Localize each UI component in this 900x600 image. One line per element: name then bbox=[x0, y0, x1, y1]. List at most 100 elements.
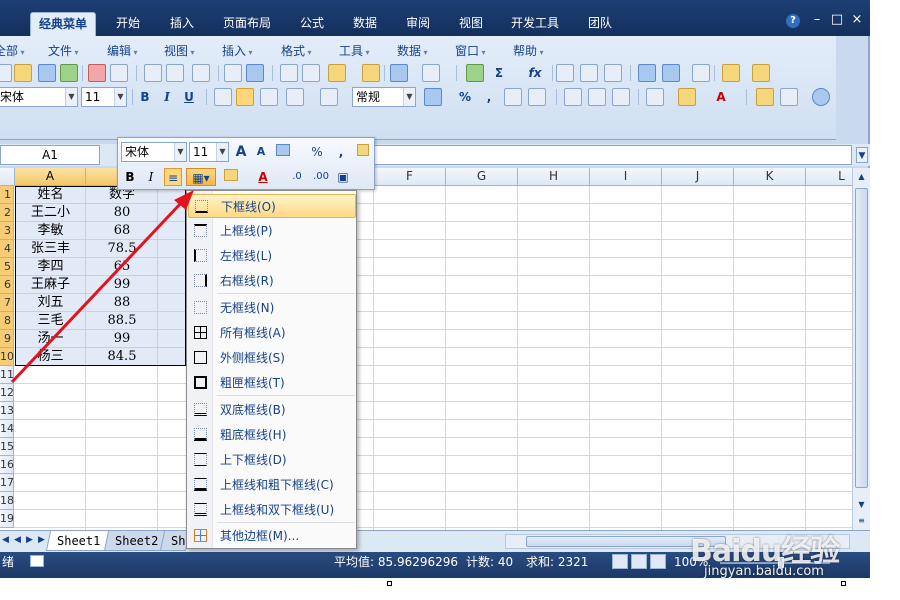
row-header-5[interactable]: 5 bbox=[0, 258, 14, 276]
macro-record-icon[interactable] bbox=[30, 555, 44, 567]
fill-color-icon[interactable] bbox=[678, 88, 696, 106]
wrap-text-icon[interactable] bbox=[320, 88, 338, 106]
menu-tools[interactable]: 工具 bbox=[339, 42, 370, 59]
menu-item-border-right[interactable]: 右框线(R) bbox=[188, 269, 356, 293]
menu-edit[interactable]: 编辑 bbox=[107, 42, 138, 59]
drawing-icon[interactable] bbox=[662, 64, 680, 82]
menu-item-border-bottom[interactable]: 下框线(O) bbox=[188, 194, 356, 218]
restore-icon[interactable]: □ bbox=[828, 12, 846, 27]
formula-input[interactable] bbox=[372, 145, 852, 165]
chevron-down-icon[interactable]: ▼ bbox=[856, 147, 868, 163]
menu-item-more-borders[interactable]: 其他边框(M)... bbox=[188, 524, 356, 548]
hyperlink-icon[interactable] bbox=[466, 64, 484, 82]
column-header-j[interactable]: J bbox=[662, 168, 734, 186]
column-header-h[interactable]: H bbox=[518, 168, 590, 186]
scroll-up-icon[interactable]: ▲ bbox=[855, 170, 868, 184]
decrease-decimal-icon[interactable]: .00 bbox=[312, 168, 330, 186]
macro-icon[interactable] bbox=[722, 64, 740, 82]
row-header-18[interactable]: 18 bbox=[0, 492, 14, 510]
insert-function-icon[interactable]: fx bbox=[526, 64, 544, 82]
chevron-down-icon[interactable]: ▼ bbox=[216, 143, 228, 161]
menu-insert[interactable]: 插入 bbox=[222, 42, 253, 59]
chevron-down-icon[interactable]: ▼ bbox=[174, 143, 186, 161]
page-layout-view-icon[interactable] bbox=[631, 554, 647, 569]
cell[interactable]: 王麻子 bbox=[15, 276, 86, 294]
font-size-combo[interactable]: 11 ▼ bbox=[81, 87, 127, 107]
row-header-3[interactable]: 3 bbox=[0, 222, 14, 240]
column-header-a[interactable]: A bbox=[15, 168, 86, 186]
align-right-icon[interactable] bbox=[260, 88, 278, 106]
tab-data[interactable]: 数据 bbox=[345, 12, 385, 36]
row-header-8[interactable]: 8 bbox=[0, 312, 14, 330]
chevron-down-icon[interactable]: ▼ bbox=[403, 88, 415, 106]
column-header-i[interactable]: I bbox=[590, 168, 662, 186]
tab-classic-menu[interactable]: 经典菜单 bbox=[30, 12, 96, 36]
italic-button[interactable]: I bbox=[158, 88, 176, 106]
open-folder-icon[interactable] bbox=[14, 64, 32, 82]
cell[interactable]: 杨三 bbox=[15, 348, 86, 366]
increase-decimal-icon[interactable]: .0 bbox=[288, 168, 306, 186]
menu-item-border-top-thick-bottom[interactable]: 上框线和粗下框线(C) bbox=[188, 473, 356, 497]
decrease-indent-icon[interactable] bbox=[564, 88, 582, 106]
cell[interactable]: 88 bbox=[86, 294, 158, 312]
increase-decimal-icon[interactable] bbox=[504, 88, 522, 106]
row-header-12[interactable]: 12 bbox=[0, 384, 14, 402]
number-format-combo[interactable]: 常规 ▼ bbox=[352, 87, 416, 107]
cell[interactable]: 刘五 bbox=[15, 294, 86, 312]
cell[interactable]: 汤一 bbox=[15, 330, 86, 348]
menu-item-border-left[interactable]: 左框线(L) bbox=[188, 244, 356, 268]
format-painter-icon[interactable] bbox=[354, 142, 372, 162]
cell[interactable]: 张三丰 bbox=[15, 240, 86, 258]
tab-page-layout[interactable]: 页面布局 bbox=[216, 12, 278, 36]
merge-center-icon[interactable] bbox=[286, 88, 304, 106]
cell[interactable]: 78.5 bbox=[86, 240, 158, 258]
resize-handle[interactable] bbox=[841, 581, 846, 586]
print-options-icon[interactable] bbox=[192, 64, 210, 82]
row-header-17[interactable]: 17 bbox=[0, 474, 14, 492]
tab-view[interactable]: 视图 bbox=[451, 12, 491, 36]
menu-item-border-thick-bottom[interactable]: 粗底框线(H) bbox=[188, 423, 356, 447]
column-header-k[interactable]: K bbox=[734, 168, 806, 186]
style-icon[interactable] bbox=[756, 88, 774, 106]
last-sheet-icon[interactable]: ▶ bbox=[38, 535, 45, 545]
format-painter-icon[interactable] bbox=[362, 64, 380, 82]
resize-handle[interactable] bbox=[387, 581, 392, 586]
cell[interactable]: 65 bbox=[86, 258, 158, 276]
undo-icon[interactable] bbox=[390, 64, 408, 82]
scroll-down-icon[interactable]: ▼ bbox=[855, 498, 868, 512]
mini-bold-button[interactable]: B bbox=[121, 168, 139, 186]
tab-team[interactable]: 团队 bbox=[580, 12, 620, 36]
research-icon[interactable] bbox=[246, 64, 264, 82]
autosum-icon[interactable]: Σ bbox=[490, 64, 508, 82]
grid-icon[interactable] bbox=[692, 64, 710, 82]
menu-format[interactable]: 格式 bbox=[281, 42, 312, 59]
menu-item-border-none[interactable]: 无框线(N) bbox=[188, 296, 356, 320]
tab-developer[interactable]: 开发工具 bbox=[504, 12, 566, 36]
prev-sheet-icon[interactable]: ◀ bbox=[14, 535, 21, 545]
currency-icon[interactable] bbox=[274, 142, 292, 162]
copy-icon[interactable] bbox=[302, 64, 320, 82]
row-header-6[interactable]: 6 bbox=[0, 276, 14, 294]
tab-formulas[interactable]: 公式 bbox=[292, 12, 332, 36]
excel-icon[interactable] bbox=[60, 64, 78, 82]
chevron-down-icon[interactable]: ▼ bbox=[65, 88, 77, 106]
menu-item-border-double-bottom[interactable]: 双底框线(B) bbox=[188, 398, 356, 422]
row-header-1[interactable]: 1 bbox=[0, 186, 14, 204]
orientation-icon[interactable] bbox=[612, 88, 630, 106]
print-icon[interactable] bbox=[144, 64, 162, 82]
new-icon[interactable] bbox=[0, 64, 12, 82]
menu-data[interactable]: 数据 bbox=[397, 42, 428, 59]
column-header-l[interactable]: L bbox=[806, 168, 852, 186]
mini-font-size-combo[interactable]: 11 ▼ bbox=[189, 142, 229, 162]
mini-font-color-icon[interactable]: A bbox=[254, 168, 272, 186]
decrease-decimal-icon[interactable] bbox=[528, 88, 546, 106]
first-sheet-icon[interactable]: ◀ bbox=[2, 535, 9, 545]
font-color-icon[interactable]: A bbox=[712, 88, 730, 106]
minimize-icon[interactable]: – bbox=[808, 12, 826, 27]
mini-italic-button[interactable]: I bbox=[142, 168, 160, 186]
spelling-icon[interactable] bbox=[224, 64, 242, 82]
row-header-4[interactable]: 4 bbox=[0, 240, 14, 258]
row-header-13[interactable]: 13 bbox=[0, 402, 14, 420]
menu-file[interactable]: 文件 bbox=[48, 42, 79, 59]
print-preview-icon[interactable] bbox=[166, 64, 184, 82]
